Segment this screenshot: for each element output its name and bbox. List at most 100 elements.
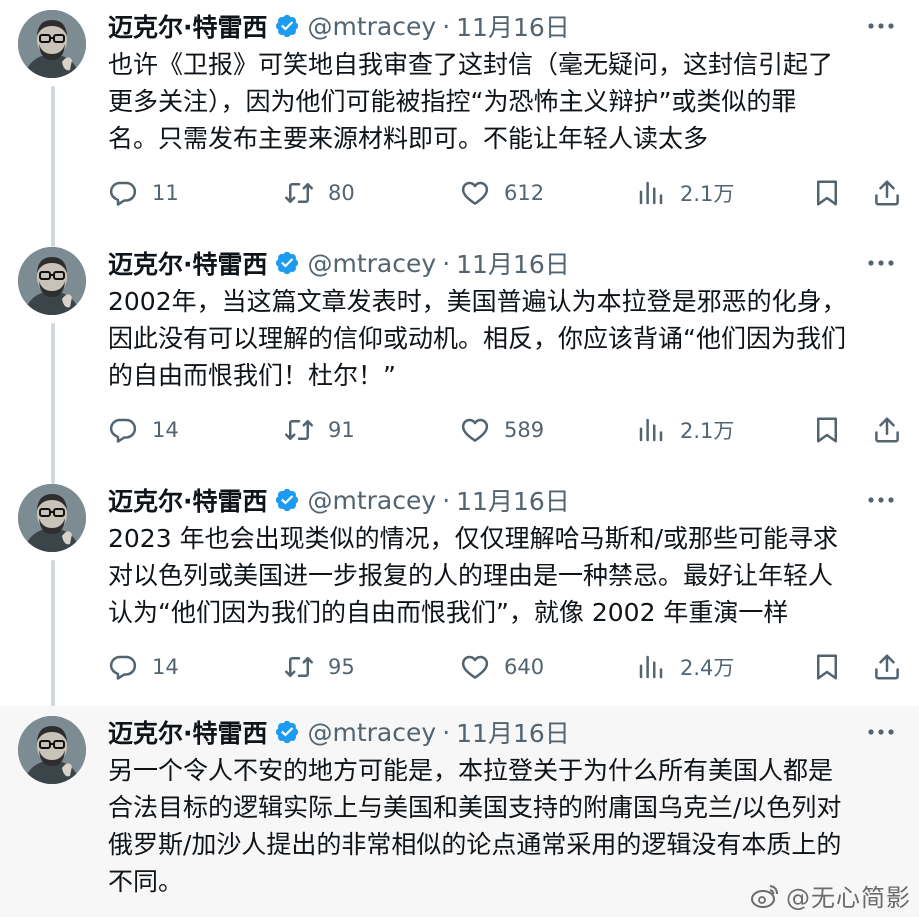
- retweet-count: 95: [328, 655, 355, 679]
- bookmark-icon: [817, 180, 837, 206]
- share-icon: [875, 180, 899, 206]
- tweet-header: 迈克尔·特雷西 @mtracey · 11月16日: [108, 714, 570, 750]
- retweet-button[interactable]: 80: [284, 178, 355, 208]
- more-button[interactable]: [861, 485, 901, 515]
- more-button[interactable]: [861, 717, 901, 747]
- reply-icon: [109, 418, 137, 443]
- share-button[interactable]: [872, 652, 902, 682]
- separator-dot: ·: [442, 248, 451, 278]
- more-button[interactable]: [861, 248, 901, 278]
- author-handle[interactable]: @mtracey: [308, 486, 437, 515]
- tweet-header: 迈克尔·特雷西 @mtracey · 11月16日: [108, 8, 570, 44]
- bookmark-icon: [817, 417, 837, 443]
- like-count: 612: [504, 181, 545, 205]
- more-icon: [868, 23, 894, 29]
- tweet-text-line: 因此没有可以理解的信仰或动机。相反，你应该背诵“他们因为我们: [108, 324, 846, 353]
- tweet-text-line: 更多关注），因为他们可能被指控“为恐怖主义辩护”或类似的罪: [108, 87, 797, 116]
- tweet-text-line: 认为“他们因为我们的自由而恨我们”，就像 2002 年重演一样: [108, 598, 789, 627]
- bookmark-icon: [817, 654, 837, 680]
- views-button[interactable]: 2.1万: [636, 178, 734, 208]
- thread-connector-line: [51, 560, 55, 716]
- thread-connector-line: [51, 86, 55, 247]
- share-icon: [875, 654, 899, 680]
- avatar-image: [18, 716, 86, 784]
- share-icon: [875, 417, 899, 443]
- verified-badge-icon: [275, 720, 298, 744]
- tweet-text: 2002年，当这篇文章发表时，美国普遍认为本拉登是邪恶的化身， 因此没有可以理解的…: [108, 283, 898, 394]
- avatar[interactable]: [18, 10, 86, 78]
- reply-button[interactable]: 11: [108, 178, 179, 208]
- share-button[interactable]: [872, 178, 902, 208]
- tweet-text: 2023 年也会出现类似的情况，仅仅理解哈马斯和/或那些可能寻求 对以色列或美国进…: [108, 520, 898, 631]
- retweet-icon: [285, 183, 313, 203]
- tweet-text-line: 名。只需发布主要来源材料即可。不能让年轻人读太多: [108, 124, 709, 153]
- tweet-text-line: 另一个令人不安的地方可能是，本拉登关于为什么所有美国人都是: [108, 756, 834, 785]
- reply-count: 14: [152, 655, 179, 679]
- more-button[interactable]: [861, 11, 901, 41]
- like-count: 640: [504, 655, 545, 679]
- verified-badge-icon: [275, 14, 298, 38]
- retweet-count: 80: [328, 181, 355, 205]
- author-name[interactable]: 迈克尔·特雷西: [108, 482, 268, 518]
- verified-badge-icon: [275, 251, 298, 275]
- watermark: @无心简影: [750, 878, 911, 913]
- views-button[interactable]: 2.1万: [636, 415, 734, 445]
- author-name[interactable]: 迈克尔·特雷西: [108, 8, 268, 44]
- share-button[interactable]: [872, 415, 902, 445]
- views-count: 2.4万: [680, 656, 735, 680]
- tweet[interactable]: 迈克尔·特雷西 @mtracey · 11月16日 2023 年也会出现类似的情况，仅仅…: [0, 474, 919, 716]
- retweet-button[interactable]: 91: [284, 415, 355, 445]
- reply-count: 14: [152, 418, 179, 442]
- bookmark-button[interactable]: [812, 178, 842, 208]
- avatar-image: [18, 484, 86, 552]
- like-icon: [461, 181, 489, 205]
- tweet-text-line: 的自由而恨我们！杜尔！”: [108, 361, 396, 390]
- tweet-date[interactable]: 11月16日: [456, 714, 570, 750]
- action-bar: 11 80 612 2.1万: [108, 173, 903, 213]
- more-icon: [868, 729, 894, 735]
- views-icon: [639, 655, 663, 679]
- tweet-text-line: 合法目标的逻辑实际上与美国和美国支持的附庸国乌克兰/以色列对: [108, 793, 842, 822]
- thread-connector-line: [51, 323, 55, 484]
- author-name[interactable]: 迈克尔·特雷西: [108, 245, 268, 281]
- reply-icon: [109, 655, 137, 680]
- bookmark-button[interactable]: [812, 415, 842, 445]
- tweet-text-line: 2023 年也会出现类似的情况，仅仅理解哈马斯和/或那些可能寻求: [108, 524, 838, 553]
- avatar[interactable]: [18, 484, 86, 552]
- avatar[interactable]: [18, 247, 86, 315]
- tweet-text: 也许《卫报》可笑地自我审查了这封信（毫无疑问，这封信引起了 更多关注），因为他们可…: [108, 46, 898, 157]
- retweet-button[interactable]: 95: [284, 652, 355, 682]
- like-button[interactable]: 612: [460, 178, 544, 208]
- tweet-date[interactable]: 11月16日: [456, 482, 570, 518]
- reply-icon: [109, 181, 137, 206]
- author-handle[interactable]: @mtracey: [308, 12, 437, 41]
- retweet-count: 91: [328, 418, 355, 442]
- views-button[interactable]: 2.4万: [636, 652, 734, 682]
- like-icon: [461, 655, 489, 679]
- author-name[interactable]: 迈克尔·特雷西: [108, 714, 268, 750]
- avatar[interactable]: [18, 716, 86, 784]
- author-handle[interactable]: @mtracey: [308, 249, 437, 278]
- weibo-logo-icon: [751, 884, 778, 908]
- bookmark-button[interactable]: [812, 652, 842, 682]
- tweet[interactable]: 迈克尔·特雷西 @mtracey · 11月16日 也许《卫报》可笑地自我审查了这封信（…: [0, 0, 919, 247]
- tweet-date[interactable]: 11月16日: [456, 245, 570, 281]
- tweet-date[interactable]: 11月16日: [456, 8, 570, 44]
- tweet-header: 迈克尔·特雷西 @mtracey · 11月16日: [108, 245, 570, 281]
- like-button[interactable]: 589: [460, 415, 544, 445]
- reply-button[interactable]: 14: [108, 652, 179, 682]
- separator-dot: ·: [442, 11, 451, 41]
- tweet-text-line: 俄罗斯/加沙人提出的非常相似的论点通常采用的逻辑没有本质上的: [108, 830, 842, 859]
- action-bar: 14 95 640 2.4万: [108, 647, 903, 687]
- like-button[interactable]: 640: [460, 652, 544, 682]
- reply-button[interactable]: 14: [108, 415, 179, 445]
- retweet-icon: [285, 657, 313, 677]
- author-handle[interactable]: @mtracey: [308, 718, 437, 747]
- reply-count: 11: [152, 181, 179, 205]
- retweet-icon: [285, 420, 313, 440]
- watermark-text: @无心简影: [786, 884, 911, 912]
- tweet-text-line: 2002年，当这篇文章发表时，美国普遍认为本拉登是邪恶的化身，: [108, 287, 847, 316]
- verified-badge-icon: [275, 488, 298, 512]
- tweet[interactable]: 迈克尔·特雷西 @mtracey · 11月16日 2002年，当这篇文章发表时，美国普…: [0, 237, 919, 484]
- tweet-text-line: 对以色列或美国进一步报复的人的理由是一种禁忌。最好让年轻人: [108, 561, 834, 590]
